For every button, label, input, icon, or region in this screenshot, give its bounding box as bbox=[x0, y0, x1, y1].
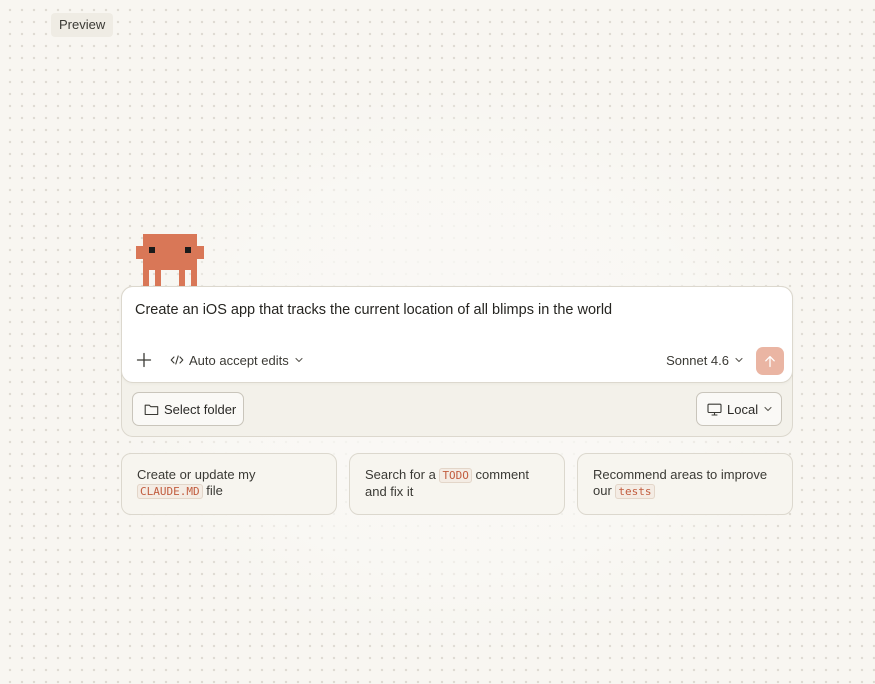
chevron-down-icon bbox=[763, 404, 773, 414]
mode-selector[interactable]: Auto accept edits bbox=[170, 349, 304, 371]
prompt-input-card[interactable]: Create an iOS app that tracks the curren… bbox=[121, 286, 793, 383]
pixel-creature-icon bbox=[136, 234, 204, 286]
select-folder-button[interactable]: Select folder bbox=[132, 392, 244, 426]
plus-icon bbox=[136, 352, 152, 368]
environment-selector[interactable]: Local bbox=[696, 392, 782, 426]
suggestion-text: Create or update my bbox=[137, 467, 256, 482]
suggestion-code: TODO bbox=[439, 468, 472, 483]
mode-label: Auto accept edits bbox=[189, 352, 289, 368]
add-button[interactable] bbox=[133, 349, 155, 371]
prompt-input[interactable]: Create an iOS app that tracks the curren… bbox=[135, 300, 778, 320]
suggestion-code: tests bbox=[615, 484, 655, 499]
suggestion-text: Search for a bbox=[365, 467, 440, 482]
chevron-down-icon bbox=[294, 355, 304, 365]
environment-label: Local bbox=[727, 401, 759, 417]
model-label: Sonnet 4.6 bbox=[666, 352, 729, 368]
model-selector[interactable]: Sonnet 4.6 bbox=[666, 349, 744, 371]
suggestion-text: file bbox=[202, 483, 223, 498]
monitor-icon bbox=[707, 403, 722, 416]
chevron-down-icon bbox=[734, 355, 744, 365]
arrow-up-icon bbox=[764, 355, 776, 368]
folder-icon bbox=[144, 403, 159, 416]
suggestion-code: CLAUDE.MD bbox=[137, 484, 203, 499]
code-brackets-icon bbox=[170, 354, 184, 366]
preview-badge: Preview bbox=[51, 13, 114, 37]
send-button[interactable] bbox=[756, 347, 784, 375]
suggestion-card-claude-md[interactable]: Create or update my CLAUDE.MD file bbox=[121, 453, 337, 515]
suggestion-card-todo[interactable]: Search for a TODO comment and fix it bbox=[349, 453, 565, 515]
composer: Create an iOS app that tracks the curren… bbox=[121, 286, 793, 437]
select-folder-label: Select folder bbox=[164, 401, 237, 417]
suggestion-card-tests[interactable]: Recommend areas to improve our tests bbox=[577, 453, 793, 515]
